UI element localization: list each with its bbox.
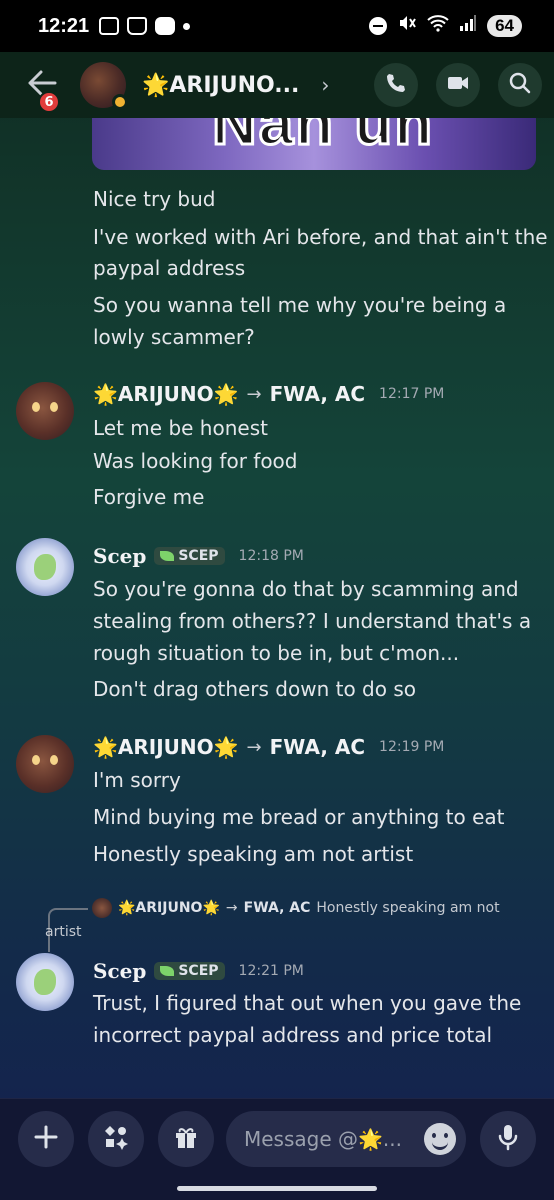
emoji-icon[interactable]: [424, 1123, 456, 1155]
message-composer: Message @🌟...: [0, 1098, 554, 1200]
message-line: Nice try bud: [93, 187, 216, 211]
message-input-placeholder: Message @🌟...: [244, 1127, 402, 1151]
timestamp: 12:17 PM: [379, 386, 445, 402]
apps-button[interactable]: [88, 1111, 144, 1167]
avatar[interactable]: [16, 735, 74, 793]
message-line: I've worked with Ari before, and that ai…: [93, 225, 548, 249]
wifi-icon: [427, 14, 449, 38]
mute-icon: [397, 13, 417, 39]
screenshot-icon: [99, 17, 120, 35]
message-line: I'm sorry: [93, 768, 181, 792]
message-line: Don't drag others down to do so: [93, 677, 416, 701]
message-author-row: 🌟ARIJUNO🌟 → FWA, AC 12:19 PM: [93, 735, 444, 759]
voice-call-button[interactable]: [374, 63, 418, 107]
clan-tag-label: SCEP: [178, 963, 219, 979]
message-line: incorrect paypal address and price total: [93, 1023, 493, 1047]
timestamp: 12:18 PM: [238, 548, 304, 564]
phone-call-icon: [384, 71, 408, 99]
message-line: rough situation to be in, but c'mon...: [93, 641, 460, 665]
message-line: Trust, I figured that out when you gave …: [93, 991, 522, 1015]
video-camera-icon: [446, 71, 470, 99]
message-author-row: Scep SCEP 12:21 PM: [93, 959, 304, 983]
message-author-row: 🌟ARIJUNO🌟 → FWA, AC 12:17 PM: [93, 382, 444, 406]
message-line: Mind buying me bread or anything to eat: [93, 805, 505, 829]
author-name-suffix[interactable]: FWA, AC: [270, 382, 365, 406]
arrow-soon-icon: →: [246, 383, 262, 405]
unread-badge: 6: [38, 91, 60, 113]
reply-excerpt-wrap: artist: [45, 924, 82, 940]
message-line: So you wanna tell me why you're being a: [93, 293, 507, 317]
status-time: 12:21: [38, 14, 90, 37]
embedded-image[interactable]: Nah uh: [92, 118, 536, 170]
do-not-disturb-icon: [369, 17, 388, 35]
avatar[interactable]: [16, 953, 74, 1011]
clan-tag[interactable]: SCEP: [154, 547, 225, 565]
discord-icon: [155, 17, 176, 35]
header-avatar[interactable]: [80, 62, 128, 110]
status-bar: 12:21 64: [0, 0, 554, 52]
more-notifications-dot-icon: [183, 22, 191, 30]
channel-header: 6 🌟ARIJUNO... ›: [0, 52, 554, 118]
search-button[interactable]: [498, 63, 542, 107]
avatar[interactable]: [16, 538, 74, 596]
battery-indicator: 64: [487, 15, 522, 37]
message-line: Was looking for food: [93, 449, 298, 473]
reply-author-name: 🌟ARIJUNO🌟: [118, 900, 220, 916]
author-name[interactable]: 🌟ARIJUNO🌟: [93, 382, 239, 406]
message-line: Honestly speaking am not artist: [93, 842, 414, 866]
author-name-suffix[interactable]: FWA, AC: [270, 735, 365, 759]
header-title[interactable]: 🌟ARIJUNO...: [142, 73, 299, 98]
message-line: lowly scammer?: [93, 325, 255, 349]
plus-icon: [33, 1124, 59, 1154]
message-line: Let me be honest: [93, 416, 268, 440]
timestamp: 12:19 PM: [379, 739, 445, 755]
clan-tag[interactable]: SCEP: [154, 962, 225, 980]
avatar[interactable]: [16, 382, 74, 440]
bus-icon: [127, 17, 148, 35]
idle-status-icon: [112, 94, 128, 110]
microphone-icon: [496, 1123, 520, 1155]
gift-button[interactable]: [158, 1111, 214, 1167]
video-call-button[interactable]: [436, 63, 480, 107]
reply-author-suffix: FWA, AC: [243, 900, 311, 916]
reply-avatar: [92, 898, 112, 918]
author-name[interactable]: Scep: [93, 544, 146, 568]
gift-icon: [173, 1124, 199, 1154]
back-button[interactable]: 6: [22, 65, 62, 113]
timestamp: 12:21 PM: [238, 963, 304, 979]
attach-button[interactable]: [18, 1111, 74, 1167]
signal-icon: [459, 14, 477, 38]
status-notification-icons: [99, 17, 191, 35]
embedded-image-text: Nah uh: [210, 118, 435, 160]
search-icon: [508, 71, 532, 99]
message-line: stealing from others?? I understand that…: [93, 609, 532, 633]
message-line: paypal address: [93, 256, 246, 280]
message-author-row: Scep SCEP 12:18 PM: [93, 544, 304, 568]
message-line: Forgive me: [93, 485, 205, 509]
leaf-icon: [160, 551, 175, 561]
chevron-right-icon[interactable]: ›: [321, 73, 329, 97]
reply-excerpt: Honestly speaking am not: [316, 900, 500, 916]
clan-tag-label: SCEP: [178, 548, 219, 564]
arrow-soon-icon: →: [225, 900, 238, 916]
home-indicator[interactable]: [177, 1186, 377, 1191]
message-input[interactable]: Message @🌟...: [226, 1111, 466, 1167]
voice-message-button[interactable]: [480, 1111, 536, 1167]
author-name[interactable]: 🌟ARIJUNO🌟: [93, 735, 239, 759]
message-line: So you're gonna do that by scamming and: [93, 577, 519, 601]
leaf-icon: [160, 966, 175, 976]
arrow-soon-icon: →: [246, 736, 262, 758]
author-name[interactable]: Scep: [93, 959, 146, 983]
apps-icon: [102, 1123, 130, 1155]
